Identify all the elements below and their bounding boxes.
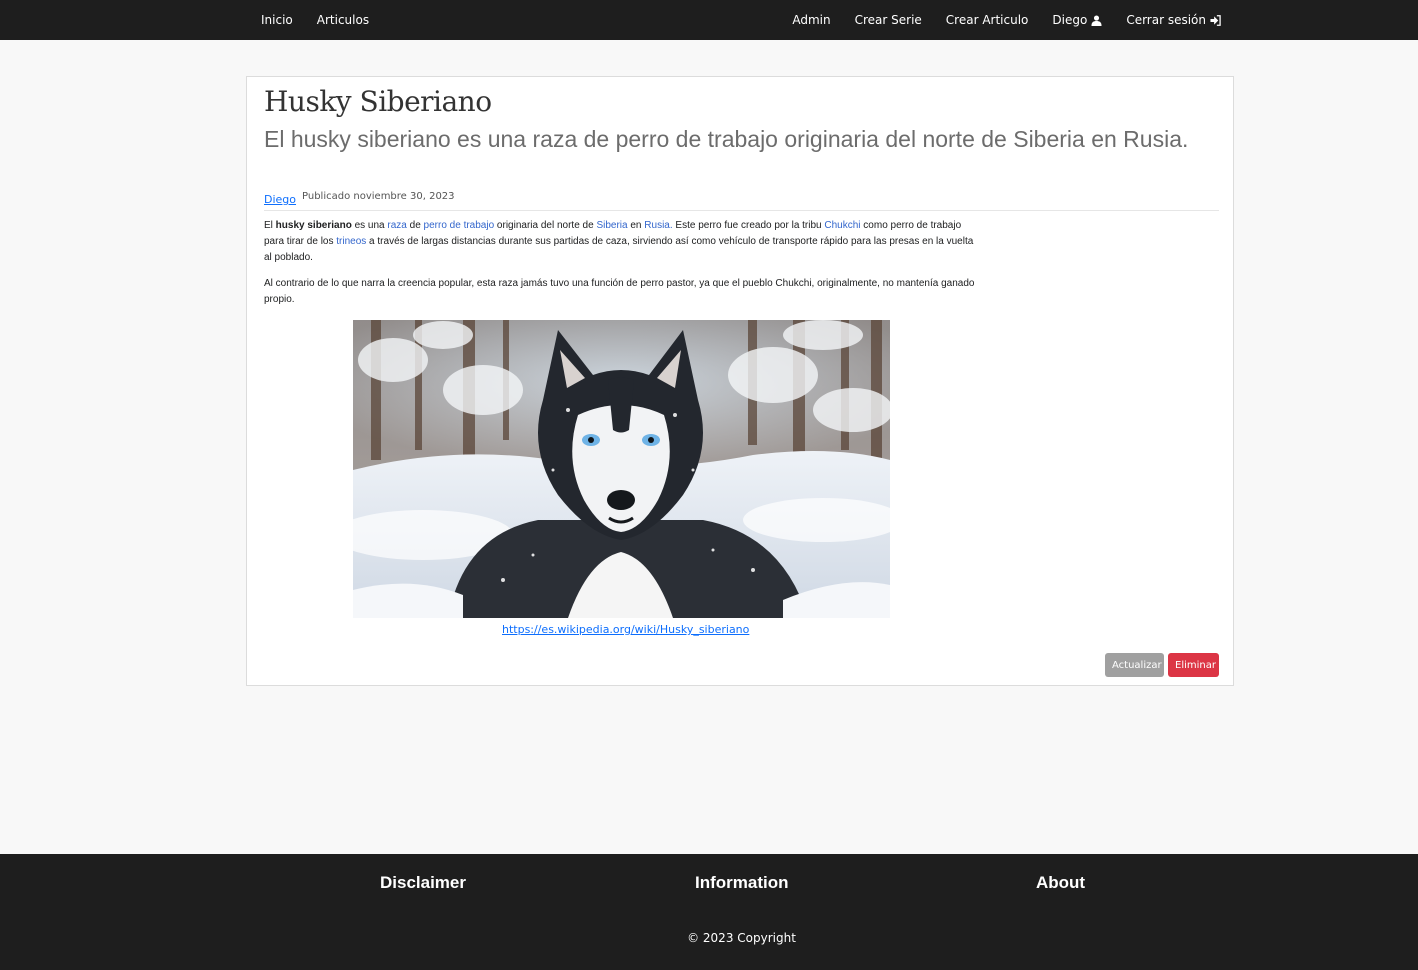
text: a través de largas distancias durante su… <box>264 236 974 263</box>
text: Este perro fue creado por la tribu <box>672 220 825 231</box>
husky-image <box>353 320 890 618</box>
text: originaria del norte de <box>494 220 597 231</box>
paragraph-1: El husky siberiano es una raza de perro … <box>264 218 976 266</box>
link-rusia[interactable]: Rusia. <box>644 220 672 231</box>
link-siberia[interactable]: Siberia <box>596 220 627 231</box>
link-raza[interactable]: raza <box>387 220 406 231</box>
link-chukchi[interactable]: Chukchi <box>824 220 860 231</box>
article-meta: Diego Publicado noviembre 30, 2023 <box>264 190 1219 211</box>
navbar: Inicio Articulos Admin Crear Serie Crear… <box>0 0 1418 40</box>
link-perro-de-trabajo[interactable]: perro de trabajo <box>424 220 495 231</box>
author-link[interactable]: Diego <box>264 193 296 206</box>
paragraph-2: Al contrario de lo que narra la creencia… <box>264 278 975 305</box>
source-link[interactable]: https://es.wikipedia.org/wiki/Husky_sibe… <box>502 623 749 636</box>
footer-disclaimer: Disclaimer <box>380 873 466 892</box>
husky-illustration <box>353 320 890 618</box>
nav-user[interactable]: Diego <box>1052 13 1102 27</box>
nav-user-label: Diego <box>1052 13 1088 27</box>
text: es una <box>351 220 388 231</box>
copyright: © 2023 Copyright <box>687 931 796 945</box>
nav-inicio[interactable]: Inicio <box>261 13 293 27</box>
nav-crear-articulo[interactable]: Crear Articulo <box>946 13 1029 27</box>
article-card: Husky Siberiano El husky siberiano es un… <box>246 76 1234 686</box>
user-icon <box>1091 14 1102 26</box>
nav-crear-serie[interactable]: Crear Serie <box>855 13 922 27</box>
nav-right: Admin Crear Serie Crear Articulo Diego C… <box>792 0 1221 40</box>
text: El <box>264 220 276 231</box>
text: en <box>627 220 645 231</box>
nav-articulos[interactable]: Articulos <box>317 13 369 27</box>
link-trineos[interactable]: trineos <box>336 236 366 247</box>
published-date: Publicado noviembre 30, 2023 <box>302 191 455 202</box>
update-button[interactable]: Actualizar <box>1105 653 1164 677</box>
article-title: Husky Siberiano <box>264 85 492 118</box>
logout-icon <box>1210 14 1221 26</box>
nav-logout-label: Cerrar sesión <box>1126 13 1206 27</box>
delete-button[interactable]: Eliminar <box>1168 653 1219 677</box>
nav-logout[interactable]: Cerrar sesión <box>1126 13 1221 27</box>
nav-admin[interactable]: Admin <box>792 13 830 27</box>
article-body: El husky siberiano es una raza de perro … <box>264 218 976 318</box>
footer: Disclaimer Information About <box>0 854 1418 917</box>
text: de <box>406 220 424 231</box>
bold-term: husky siberiano <box>275 220 352 231</box>
article-subtitle: El husky siberiano es una raza de perro … <box>264 126 1189 152</box>
footer-bottom: © 2023 Copyright <box>0 917 1418 970</box>
footer-about: About <box>1036 873 1086 892</box>
footer-information: Information <box>695 873 789 892</box>
nav-left: Inicio Articulos <box>261 0 369 40</box>
